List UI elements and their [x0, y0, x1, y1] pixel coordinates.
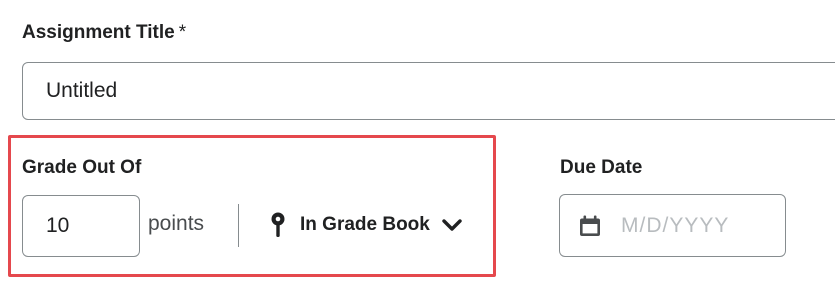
in-grade-book-button[interactable]: In Grade Book — [270, 207, 462, 243]
due-date-label: Due Date — [560, 157, 643, 178]
in-grade-book-label: In Grade Book — [300, 214, 430, 235]
calendar-icon — [580, 215, 600, 236]
assignment-title-input[interactable] — [22, 62, 835, 120]
divider — [238, 204, 239, 247]
chevron-down-icon — [442, 219, 462, 231]
required-marker: * — [178, 22, 187, 43]
due-date-input[interactable] — [621, 213, 771, 238]
assignment-title-label: Assignment Title * — [22, 22, 186, 44]
grade-points-input[interactable] — [22, 195, 140, 257]
due-date-field[interactable] — [559, 194, 786, 257]
pin-icon — [271, 212, 285, 237]
points-unit-label: points — [148, 212, 205, 235]
assignment-title-label-text: Assignment Title — [22, 22, 175, 43]
grade-out-of-label: Grade Out Of — [22, 157, 142, 178]
